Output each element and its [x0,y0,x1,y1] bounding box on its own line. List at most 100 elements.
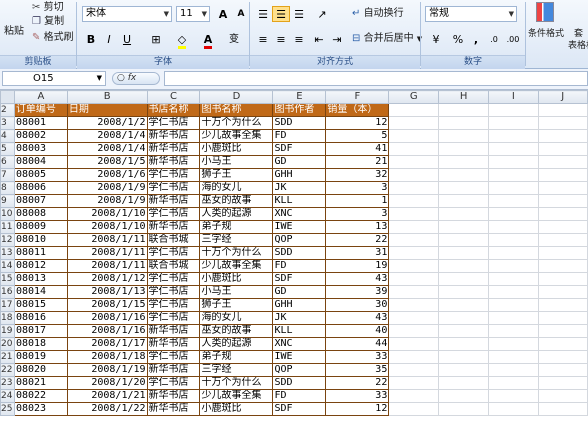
empty-cell[interactable] [438,233,490,247]
empty-cell[interactable] [488,402,539,416]
data-cell[interactable]: 3 [325,207,390,221]
empty-cell[interactable] [438,155,490,169]
data-cell[interactable]: 新华书店 [146,129,201,143]
data-cell[interactable]: JK [272,181,327,195]
empty-cell[interactable] [438,402,490,416]
formula-input[interactable] [164,71,588,86]
currency-button[interactable]: ¥ [425,31,447,47]
header-cell[interactable]: 图书作者 [272,103,327,117]
empty-cell[interactable] [438,181,490,195]
row-header[interactable]: 3 [0,116,15,130]
empty-cell[interactable] [388,350,440,364]
data-cell[interactable]: 2008/1/13 [66,285,148,299]
data-cell[interactable]: 狮子王 [199,298,274,312]
data-cell[interactable]: 少儿故事全集 [199,129,274,143]
data-cell[interactable]: 08012 [13,259,68,273]
empty-cell[interactable] [537,272,588,286]
empty-cell[interactable] [438,168,490,182]
empty-cell[interactable] [488,168,539,182]
empty-cell[interactable] [388,220,440,234]
empty-cell[interactable] [438,142,490,156]
percent-button[interactable]: % [449,31,467,47]
data-cell[interactable]: XNC [272,337,327,351]
empty-cell[interactable] [388,116,440,130]
data-cell[interactable]: 08015 [13,298,68,312]
data-cell[interactable]: 新华书店 [146,389,201,403]
data-cell[interactable]: 2008/1/21 [66,389,148,403]
empty-cell[interactable] [488,116,539,130]
empty-cell[interactable] [438,207,490,221]
empty-cell[interactable] [388,376,440,390]
column-header[interactable]: A [13,90,68,104]
column-header[interactable]: J [537,90,588,104]
grow-font-button[interactable]: A [214,6,232,22]
select-all-corner[interactable] [0,90,15,104]
data-cell[interactable]: 新华书店 [146,402,201,416]
shrink-font-button[interactable]: A [232,6,250,22]
row-header[interactable]: 21 [0,350,15,364]
row-header[interactable]: 4 [0,129,15,143]
data-cell[interactable]: FD [272,259,327,273]
empty-cell[interactable] [488,350,539,364]
data-cell[interactable]: SDF [272,142,327,156]
empty-cell[interactable] [388,285,440,299]
data-cell[interactable]: 39 [325,285,390,299]
empty-cell[interactable] [537,181,588,195]
number-format-box[interactable]: 常规 ▼ [425,6,517,22]
data-cell[interactable]: 十万个为什么 [199,116,274,130]
data-cell[interactable]: 少儿故事全集 [199,389,274,403]
name-box[interactable]: O15 ▼ [2,71,106,86]
data-cell[interactable]: 08005 [13,168,68,182]
row-header[interactable]: 24 [0,389,15,403]
empty-cell[interactable] [537,116,588,130]
empty-cell[interactable] [388,272,440,286]
data-cell[interactable]: 2008/1/9 [66,194,148,208]
empty-cell[interactable] [488,285,539,299]
data-cell[interactable]: 33 [325,350,390,364]
merge-center-button[interactable]: ⊟ 合并后居中 ▼ [350,31,424,47]
empty-cell[interactable] [488,376,539,390]
conditional-format-button[interactable]: 条件格式 [526,26,566,42]
empty-cell[interactable] [537,246,588,260]
empty-cell[interactable] [488,246,539,260]
data-cell[interactable]: 08001 [13,116,68,130]
row-header[interactable]: 6 [0,155,15,169]
data-cell[interactable]: 学仁书店 [146,376,201,390]
copy-button[interactable]: ❐ 复制 [30,14,66,30]
align-middle-button[interactable]: ☰ [272,6,290,22]
empty-cell[interactable] [488,363,539,377]
data-cell[interactable]: GD [272,285,327,299]
align-center-button[interactable]: ≡ [272,31,290,47]
data-cell[interactable]: JK [272,311,327,325]
empty-cell[interactable] [438,298,490,312]
data-cell[interactable]: 2008/1/16 [66,324,148,338]
row-header[interactable]: 19 [0,324,15,338]
data-cell[interactable]: 学仁书店 [146,311,201,325]
borders-button[interactable]: ⊞ [144,31,168,47]
column-header[interactable]: I [488,90,539,104]
data-cell[interactable]: 43 [325,311,390,325]
data-cell[interactable]: 新华书店 [146,155,201,169]
column-header[interactable]: D [199,90,274,104]
orientation-button[interactable]: ↗ [310,6,334,22]
data-cell[interactable]: 32 [325,168,390,182]
align-top-button[interactable]: ☰ [254,6,272,22]
empty-cell[interactable] [488,142,539,156]
row-header[interactable]: 12 [0,233,15,247]
empty-cell[interactable] [438,103,490,117]
empty-cell[interactable] [438,220,490,234]
empty-cell[interactable] [388,259,440,273]
data-cell[interactable]: GHH [272,298,327,312]
data-cell[interactable]: 三字经 [199,233,274,247]
empty-cell[interactable] [537,324,588,338]
empty-cell[interactable] [488,181,539,195]
empty-cell[interactable] [438,389,490,403]
empty-cell[interactable] [488,324,539,338]
row-header[interactable]: 22 [0,363,15,377]
empty-cell[interactable] [537,129,588,143]
data-cell[interactable]: 2008/1/10 [66,207,148,221]
empty-cell[interactable] [488,207,539,221]
data-cell[interactable]: 三字经 [199,363,274,377]
data-cell[interactable]: KLL [272,194,327,208]
data-cell[interactable]: 12 [325,116,390,130]
